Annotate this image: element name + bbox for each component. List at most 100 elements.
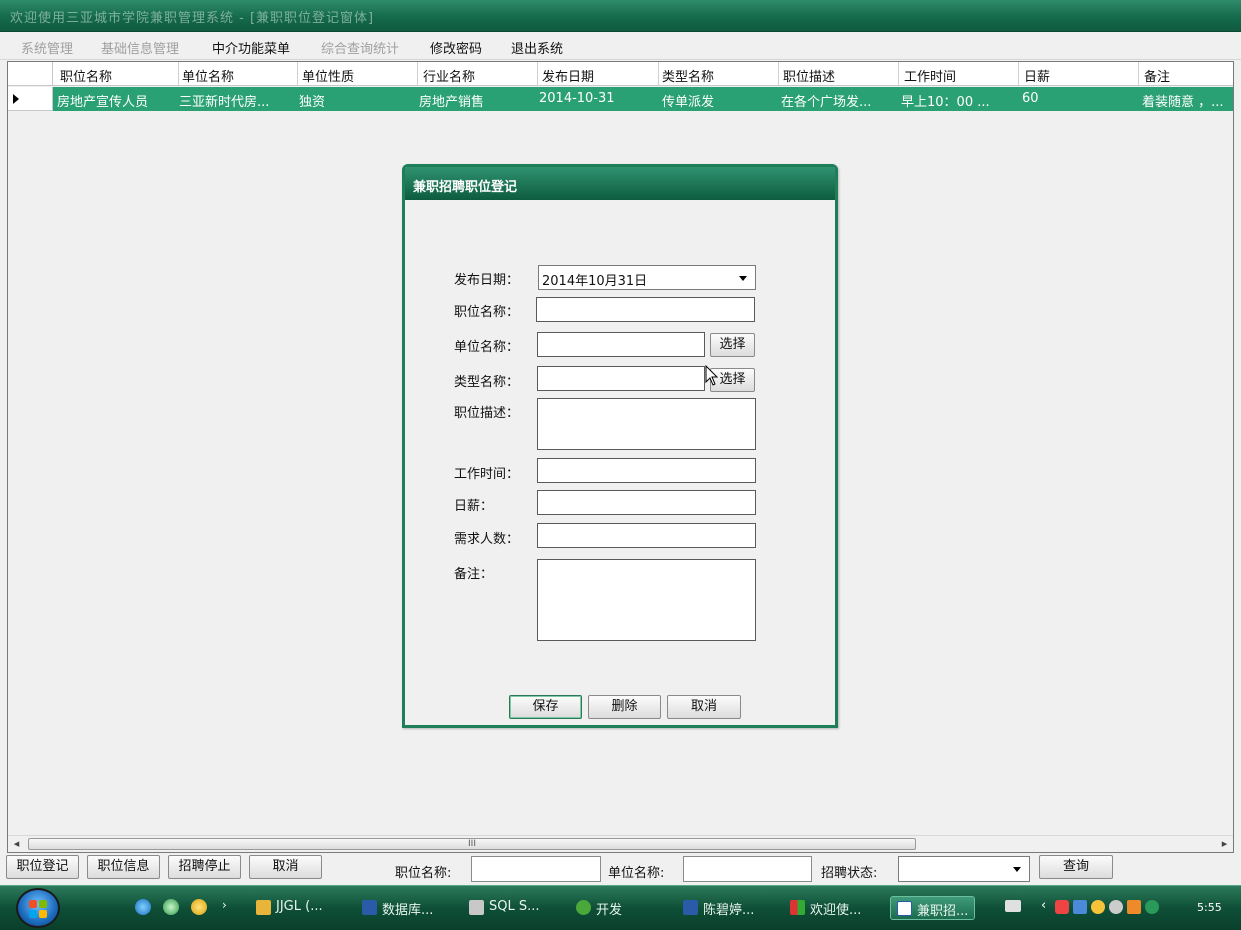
menu-bar: 系统管理 基础信息管理 中介功能菜单 综合查询统计 修改密码 退出系统 [0, 32, 1241, 60]
job-description-input[interactable] [537, 398, 756, 450]
table-cell[interactable]: 60 [1022, 91, 1136, 106]
table-cell[interactable]: 三亚新时代房... [179, 91, 295, 110]
cancel-button[interactable]: 取消 [667, 695, 741, 719]
word-doc-icon [362, 900, 377, 915]
column-header[interactable]: 单位性质 [302, 66, 354, 85]
headcount-input[interactable] [537, 523, 756, 548]
taskbar-item-database-doc[interactable]: 数据库... [362, 896, 433, 920]
filter-company-label: 单位名称: [608, 866, 665, 881]
scroll-right-icon[interactable]: ▸ [1216, 836, 1233, 852]
table-cell[interactable]: 独资 [299, 91, 415, 110]
ime-icon[interactable] [1127, 900, 1141, 914]
company-name-input[interactable] [537, 332, 705, 357]
company-name-label: 单位名称： [454, 340, 520, 355]
quicklaunch-icon[interactable] [191, 899, 207, 915]
column-header[interactable]: 单位名称 [182, 66, 234, 85]
horizontal-scrollbar[interactable]: ◂ III ▸ [8, 835, 1233, 852]
chevron-down-icon[interactable] [1013, 867, 1021, 872]
tray-expand-icon[interactable]: ‹ [1041, 898, 1046, 913]
chevron-down-icon[interactable] [739, 276, 747, 281]
type-name-label: 类型名称： [454, 375, 520, 390]
column-header[interactable]: 职位名称 [60, 66, 112, 85]
taskbar-item-develop[interactable]: 开发 [576, 896, 622, 920]
type-name-input[interactable] [537, 366, 705, 391]
scrollbar-thumb[interactable]: III [28, 838, 916, 850]
table-cell[interactable]: 传单派发 [662, 91, 776, 110]
job-register-button[interactable]: 职位登记 [6, 855, 79, 879]
job-registration-dialog: 兼职招聘职位登记 发布日期： 2014年10月31日 职位名称： 单位名称： 选… [402, 164, 838, 728]
column-header[interactable]: 发布日期 [542, 66, 594, 85]
windows-taskbar: › JJGL (... 数据库... SQL S... 开发 陈碧婷... 欢迎… [0, 885, 1241, 930]
tree-icon [576, 900, 591, 915]
taskbar-item-job-form[interactable]: 兼职招... [890, 896, 976, 920]
table-cell[interactable]: 在各个广场发... [781, 91, 896, 110]
mouse-cursor-icon [705, 365, 719, 386]
filter-job-name-input[interactable] [471, 856, 601, 882]
taskbar-item-chen-doc[interactable]: 陈碧婷... [683, 896, 754, 920]
job-info-button[interactable]: 职位信息 [87, 855, 160, 879]
shield-icon[interactable] [1145, 900, 1159, 914]
current-row-arrow-icon [13, 94, 19, 104]
window-title: 欢迎使用三亚城市学院兼职管理系统 - [兼职职位登记窗体] [10, 11, 375, 26]
stop-recruiting-button[interactable]: 招聘停止 [168, 855, 241, 879]
volume-icon[interactable] [1109, 900, 1123, 914]
column-header[interactable]: 日薪 [1024, 66, 1050, 85]
publish-date-label: 发布日期： [454, 273, 520, 288]
window-titlebar: 欢迎使用三亚城市学院兼职管理系统 - [兼职职位登记窗体] [0, 0, 1241, 32]
system-clock[interactable]: 5:55 [1197, 901, 1222, 914]
remark-label: 备注： [454, 567, 494, 582]
column-header[interactable]: 行业名称 [423, 66, 475, 85]
windows-logo-icon [29, 900, 47, 918]
menu-change-password[interactable]: 修改密码 [430, 38, 482, 57]
filter-company-input[interactable] [683, 856, 812, 882]
column-header[interactable]: 职位描述 [783, 66, 835, 85]
table-cell[interactable]: 房地产宣传人员 [57, 91, 175, 110]
table-cell[interactable]: 2014-10-31 [539, 91, 655, 106]
query-button[interactable]: 查询 [1039, 855, 1113, 879]
start-button[interactable] [16, 888, 60, 928]
taskbar-item-welcome[interactable]: 欢迎使... [790, 896, 861, 920]
column-header[interactable]: 备注 [1144, 66, 1170, 85]
bottom-cancel-button[interactable]: 取消 [249, 855, 322, 879]
browser-icon[interactable] [163, 899, 179, 915]
job-name-input[interactable] [536, 297, 755, 322]
table-cell[interactable]: 房地产销售 [419, 91, 535, 110]
row-selector[interactable] [8, 87, 53, 111]
chevron-right-icon[interactable]: › [222, 898, 227, 912]
delete-button[interactable]: 删除 [588, 695, 661, 719]
taskbar-item-sql-server[interactable]: SQL S... [469, 896, 540, 920]
bottom-toolbar: 职位登记 职位信息 招聘停止 取消 职位名称: 单位名称: 招聘状态: 查询 [0, 853, 1241, 885]
taskbar-item-jjgl[interactable]: JJGL (... [256, 896, 323, 920]
job-name-label: 职位名称： [454, 305, 520, 320]
filter-job-name-label: 职位名称: [395, 866, 452, 881]
save-button[interactable]: 保存 [509, 695, 582, 719]
ie-icon[interactable] [135, 899, 151, 915]
folder-icon [256, 900, 271, 915]
taskbar-item-label: 兼职招... [917, 904, 969, 919]
menu-basic-info[interactable]: 基础信息管理 [101, 38, 179, 57]
grid-corner [8, 62, 53, 85]
table-cell[interactable]: 着装随意 ，... [1142, 91, 1230, 110]
work-time-label: 工作时间： [454, 467, 520, 482]
qq-icon[interactable] [1091, 900, 1105, 914]
scroll-left-icon[interactable]: ◂ [8, 836, 25, 852]
work-time-input[interactable] [537, 458, 756, 483]
network-icon[interactable] [1073, 900, 1087, 914]
column-header[interactable]: 工作时间 [904, 66, 956, 85]
form-window-icon [897, 901, 912, 916]
menu-query-statistics[interactable]: 综合查询统计 [321, 38, 399, 57]
menu-exit-system[interactable]: 退出系统 [511, 38, 563, 57]
daily-salary-label: 日薪： [454, 499, 494, 514]
remark-input[interactable] [537, 559, 756, 641]
table-row[interactable]: 房地产宣传人员 三亚新时代房... 独资 房地产销售 2014-10-31 传单… [8, 87, 1233, 111]
select-company-button[interactable]: 选择 [710, 333, 755, 357]
menu-system-management[interactable]: 系统管理 [21, 38, 73, 57]
table-cell[interactable]: 早上10：00 ... [901, 91, 1016, 110]
keyboard-icon[interactable] [1005, 900, 1021, 912]
publish-date-picker[interactable]: 2014年10月31日 [538, 265, 756, 290]
column-header[interactable]: 类型名称 [662, 66, 714, 85]
filter-status-select[interactable] [898, 856, 1030, 882]
daily-salary-input[interactable] [537, 490, 756, 515]
antivirus-icon[interactable] [1055, 900, 1069, 914]
menu-agency-functions[interactable]: 中介功能菜单 [212, 38, 290, 57]
